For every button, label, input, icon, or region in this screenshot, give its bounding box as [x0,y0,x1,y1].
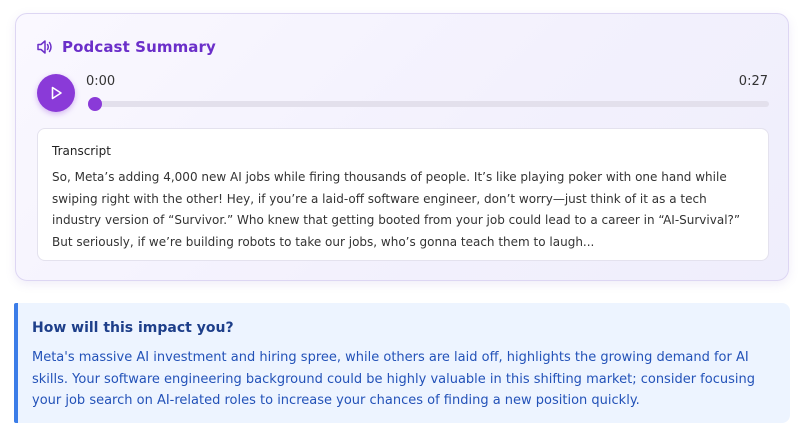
progress-slider[interactable] [88,97,769,111]
current-time: 0:00 [86,74,116,89]
speaker-icon [36,38,54,56]
podcast-summary-card: Podcast Summary 0:00 0:27 Transcript So,… [15,13,789,281]
transcript-label: Transcript [52,144,111,158]
impact-text: Meta's massive AI investment and hiring … [32,350,755,408]
progress-thumb[interactable] [88,97,102,111]
play-icon [48,85,64,101]
impact-callout: How will this impact you? Meta's massive… [14,303,790,423]
transcript-panel: Transcript So, Meta’s adding 4,000 new A… [37,128,769,261]
impact-title: How will this impact you? [32,320,234,336]
total-time: 0:27 [738,74,768,89]
podcast-title: Podcast Summary [62,38,216,56]
play-button[interactable] [37,74,75,112]
transcript-text: So, Meta’s adding 4,000 new AI jobs whil… [52,170,741,249]
podcast-header: Podcast Summary [36,37,216,57]
